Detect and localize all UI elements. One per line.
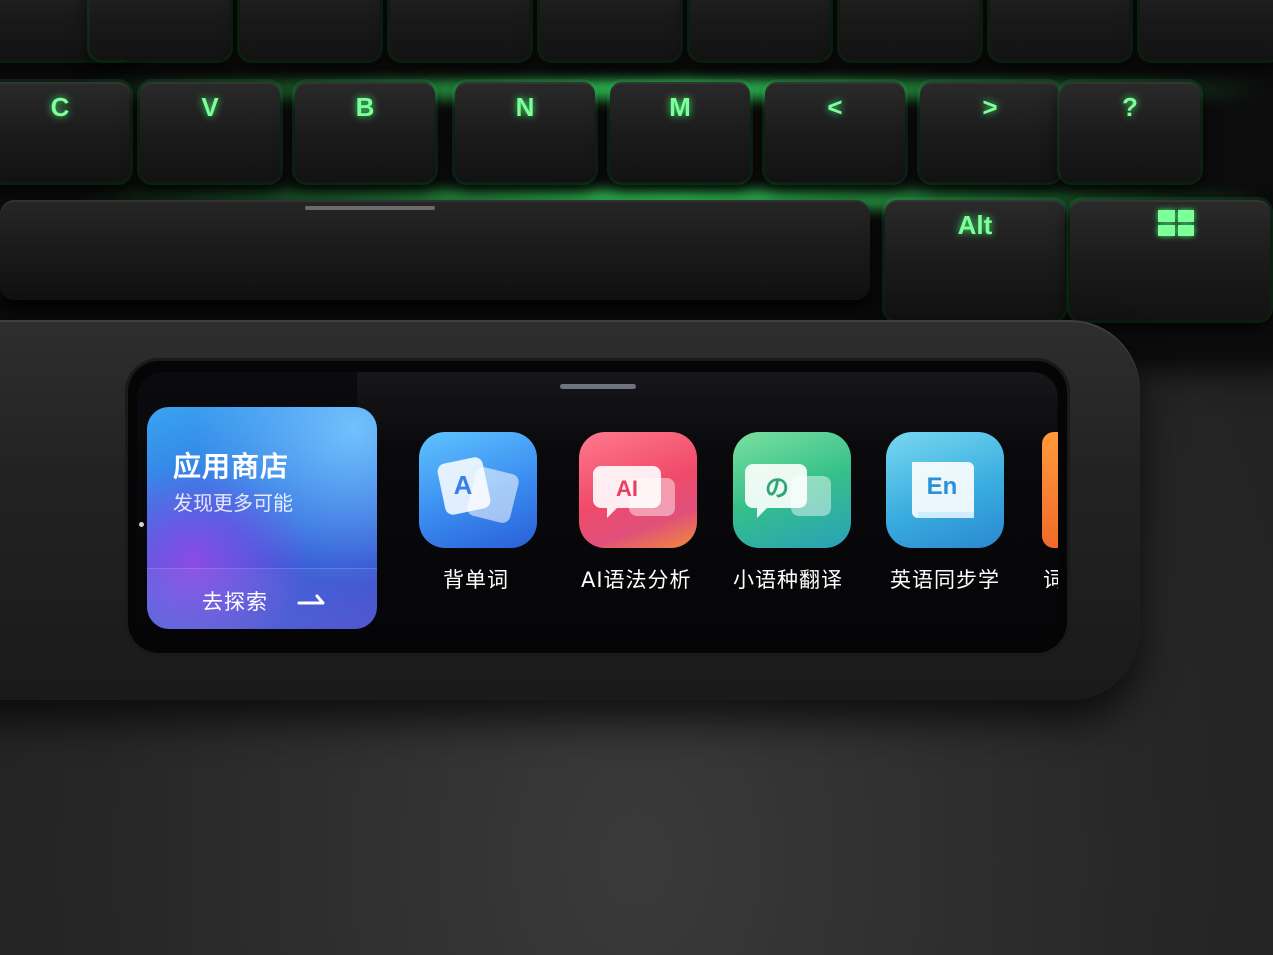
app-ai-grammar[interactable]: AI AI语法分析 — [579, 432, 729, 602]
app-label: 英语同步学 — [890, 568, 1000, 592]
app-label: 背单词 — [443, 568, 509, 592]
key — [240, 0, 380, 60]
key-period: > — [920, 82, 1060, 182]
app-minor-language-translation[interactable]: の 小语种翻译 — [733, 432, 883, 602]
app-vocabulary[interactable]: A 背单词 — [419, 432, 569, 602]
key-legend: C — [50, 92, 70, 122]
key-windows — [1070, 200, 1270, 320]
key-legend: Alt — [957, 210, 993, 240]
key-b: B — [295, 82, 435, 182]
partial-app-icon[interactable] — [1042, 432, 1058, 548]
keyboard-row-top — [0, 0, 1273, 70]
explore-label: 去探索 — [202, 590, 268, 614]
key-legend: V — [201, 92, 219, 122]
key-v: V — [140, 82, 280, 182]
keyboard-row-bottom-letters: C V B N M < > ? — [0, 82, 1273, 192]
arrow-right-icon — [297, 594, 325, 605]
book-icon: En — [886, 432, 1004, 548]
partial-app-label: 词 — [1043, 568, 1058, 592]
explore-button[interactable]: 去探索 — [147, 568, 377, 629]
key-legend: M — [669, 92, 691, 122]
pull-down-handle[interactable] — [560, 384, 636, 389]
key — [690, 0, 830, 60]
app-store-subtitle: 发现更多可能 — [173, 491, 293, 515]
translate-glyph: の — [765, 474, 789, 502]
key-legend: > — [982, 92, 998, 122]
key-legend: B — [355, 92, 375, 122]
device-body: 应用商店 发现更多可能 去探索 A 背单词 AI AI语法分析 の 小语种翻译 … — [0, 320, 1140, 700]
app-store-card[interactable]: 应用商店 发现更多可能 去探索 — [147, 407, 377, 629]
key-legend: N — [515, 92, 535, 122]
key — [840, 0, 980, 60]
key — [540, 0, 680, 60]
flashcard-glyph: A — [454, 470, 473, 500]
key-n: N — [455, 82, 595, 182]
ai-glyph: AI — [616, 476, 638, 501]
app-label: AI语法分析 — [581, 568, 692, 592]
key-m: M — [610, 82, 750, 182]
windows-logo-icon — [1158, 210, 1194, 236]
key — [990, 0, 1130, 60]
ai-chat-icon: AI — [579, 432, 697, 548]
keyboard-row-modifiers: Alt — [0, 200, 1273, 320]
key-c: C — [0, 82, 130, 182]
photo-scene: C V B N M < > ? Alt 应用商店 发现更多可能 去探索 A 背单… — [0, 0, 1273, 955]
flashcard-icon: A — [419, 432, 537, 548]
screen-bezel: 应用商店 发现更多可能 去探索 A 背单词 AI AI语法分析 の 小语种翻译 … — [125, 358, 1070, 656]
key-legend: ? — [1122, 92, 1138, 122]
key — [1140, 0, 1273, 60]
app-english-sync-learning[interactable]: En 英语同步学 — [886, 432, 1036, 602]
key-slash: ? — [1060, 82, 1200, 182]
app-store-title: 应用商店 — [173, 450, 290, 483]
key-comma: < — [765, 82, 905, 182]
keyboard: C V B N M < > ? Alt — [0, 0, 1273, 360]
book-glyph: En — [927, 473, 958, 500]
key-alt: Alt — [885, 200, 1065, 320]
side-indicator — [139, 522, 144, 527]
translate-bubble-icon: の — [733, 432, 851, 548]
key — [90, 0, 230, 60]
key — [390, 0, 530, 60]
app-label: 小语种翻译 — [733, 568, 843, 592]
key-legend: < — [827, 92, 843, 122]
device-screen: 应用商店 发现更多可能 去探索 A 背单词 AI AI语法分析 の 小语种翻译 … — [137, 372, 1058, 642]
